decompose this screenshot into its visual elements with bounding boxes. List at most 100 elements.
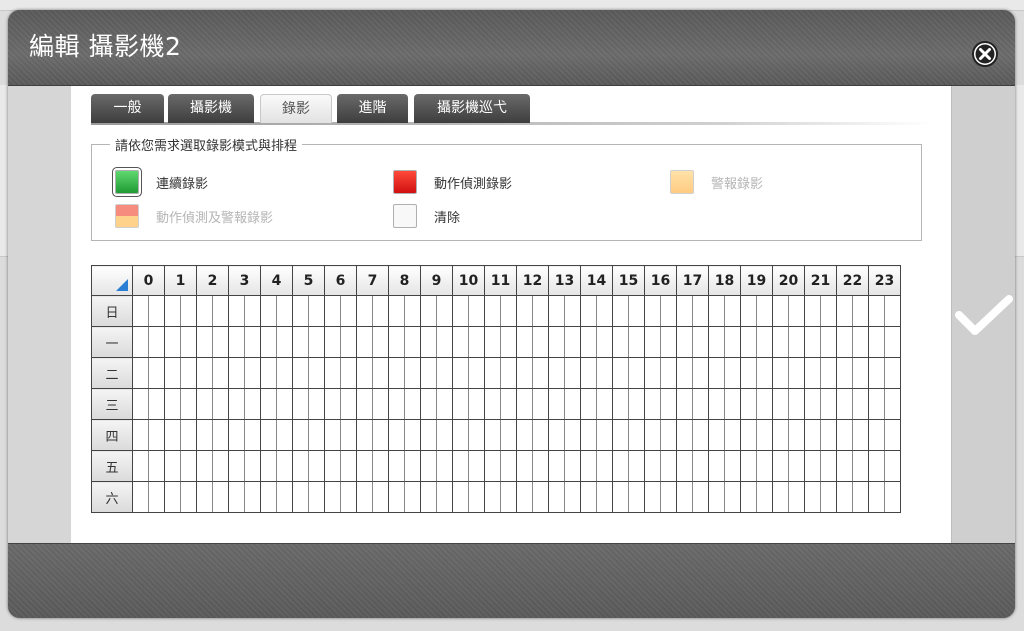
schedule-cell[interactable] [580, 357, 597, 389]
schedule-cell[interactable] [740, 388, 757, 420]
schedule-cell[interactable] [532, 388, 549, 420]
schedule-cell[interactable] [692, 388, 709, 420]
schedule-cell[interactable] [180, 326, 197, 358]
schedule-cell[interactable] [340, 388, 357, 420]
schedule-cell[interactable] [164, 419, 181, 451]
schedule-cell[interactable] [580, 295, 597, 327]
schedule-cell[interactable] [196, 419, 213, 451]
schedule-cell[interactable] [420, 295, 437, 327]
schedule-cell[interactable] [660, 326, 677, 358]
schedule-cell[interactable] [580, 450, 597, 482]
schedule-cell[interactable] [276, 326, 293, 358]
schedule-cell[interactable] [388, 481, 405, 513]
close-icon[interactable] [971, 40, 999, 68]
hour-header[interactable]: 5 [292, 265, 325, 296]
schedule-cell[interactable] [820, 419, 837, 451]
schedule-cell[interactable] [356, 388, 373, 420]
schedule-cell[interactable] [276, 295, 293, 327]
hour-header[interactable]: 20 [772, 265, 805, 296]
schedule-cell[interactable] [404, 295, 421, 327]
schedule-cell[interactable] [884, 450, 901, 482]
schedule-cell[interactable] [276, 481, 293, 513]
schedule-cell[interactable] [468, 450, 485, 482]
schedule-cell[interactable] [516, 357, 533, 389]
hour-header[interactable]: 14 [580, 265, 613, 296]
schedule-cell[interactable] [340, 419, 357, 451]
schedule-cell[interactable] [196, 388, 213, 420]
schedule-cell[interactable] [436, 388, 453, 420]
schedule-cell[interactable] [740, 357, 757, 389]
schedule-cell[interactable] [548, 388, 565, 420]
schedule-cell[interactable] [308, 388, 325, 420]
schedule-cell[interactable] [404, 357, 421, 389]
schedule-cell[interactable] [532, 481, 549, 513]
schedule-cell[interactable] [132, 481, 149, 513]
schedule-cell[interactable] [692, 450, 709, 482]
schedule-cell[interactable] [436, 357, 453, 389]
schedule-cell[interactable] [836, 450, 853, 482]
schedule-cell[interactable] [324, 388, 341, 420]
schedule-cell[interactable] [564, 450, 581, 482]
schedule-cell[interactable] [148, 326, 165, 358]
tab-general[interactable]: 一般 [91, 94, 164, 123]
schedule-cell[interactable] [292, 326, 309, 358]
schedule-cell[interactable] [404, 326, 421, 358]
schedule-cell[interactable] [260, 295, 277, 327]
schedule-cell[interactable] [260, 326, 277, 358]
schedule-cell[interactable] [292, 450, 309, 482]
continuous-color-swatch[interactable] [115, 170, 139, 194]
schedule-cell[interactable] [500, 388, 517, 420]
schedule-cell[interactable] [740, 450, 757, 482]
schedule-cell[interactable] [772, 357, 789, 389]
schedule-cell[interactable] [676, 326, 693, 358]
hour-header[interactable]: 17 [676, 265, 709, 296]
schedule-cell[interactable] [164, 481, 181, 513]
schedule-cell[interactable] [164, 326, 181, 358]
schedule-cell[interactable] [420, 419, 437, 451]
hour-header[interactable]: 2 [196, 265, 229, 296]
schedule-cell[interactable] [436, 326, 453, 358]
schedule-cell[interactable] [404, 450, 421, 482]
schedule-cell[interactable] [548, 326, 565, 358]
schedule-cell[interactable] [548, 357, 565, 389]
hour-header[interactable]: 11 [484, 265, 517, 296]
schedule-cell[interactable] [180, 295, 197, 327]
schedule-cell[interactable] [740, 419, 757, 451]
schedule-cell[interactable] [340, 295, 357, 327]
schedule-cell[interactable] [692, 357, 709, 389]
schedule-cell[interactable] [644, 481, 661, 513]
schedule-cell[interactable] [772, 295, 789, 327]
schedule-cell[interactable] [596, 481, 613, 513]
schedule-cell[interactable] [372, 450, 389, 482]
schedule-cell[interactable] [820, 326, 837, 358]
hour-header[interactable]: 23 [868, 265, 901, 296]
schedule-cell[interactable] [692, 481, 709, 513]
schedule-cell[interactable] [804, 419, 821, 451]
schedule-cell[interactable] [484, 450, 501, 482]
hour-header[interactable]: 6 [324, 265, 357, 296]
schedule-cell[interactable] [532, 357, 549, 389]
schedule-cell[interactable] [660, 481, 677, 513]
schedule-cell[interactable] [804, 388, 821, 420]
schedule-cell[interactable] [644, 388, 661, 420]
schedule-cell[interactable] [132, 419, 149, 451]
schedule-cell[interactable] [692, 326, 709, 358]
schedule-cell[interactable] [724, 326, 741, 358]
schedule-cell[interactable] [564, 357, 581, 389]
schedule-cell[interactable] [132, 295, 149, 327]
schedule-cell[interactable] [564, 388, 581, 420]
schedule-cell[interactable] [852, 481, 869, 513]
schedule-cell[interactable] [500, 481, 517, 513]
schedule-cell[interactable] [148, 450, 165, 482]
schedule-cell[interactable] [788, 388, 805, 420]
schedule-cell[interactable] [756, 388, 773, 420]
schedule-cell[interactable] [516, 295, 533, 327]
schedule-cell[interactable] [836, 388, 853, 420]
schedule-cell[interactable] [276, 388, 293, 420]
hour-header[interactable]: 19 [740, 265, 773, 296]
schedule-cell[interactable] [212, 357, 229, 389]
schedule-cell[interactable] [276, 357, 293, 389]
schedule-cell[interactable] [756, 481, 773, 513]
schedule-cell[interactable] [644, 295, 661, 327]
schedule-cell[interactable] [324, 326, 341, 358]
